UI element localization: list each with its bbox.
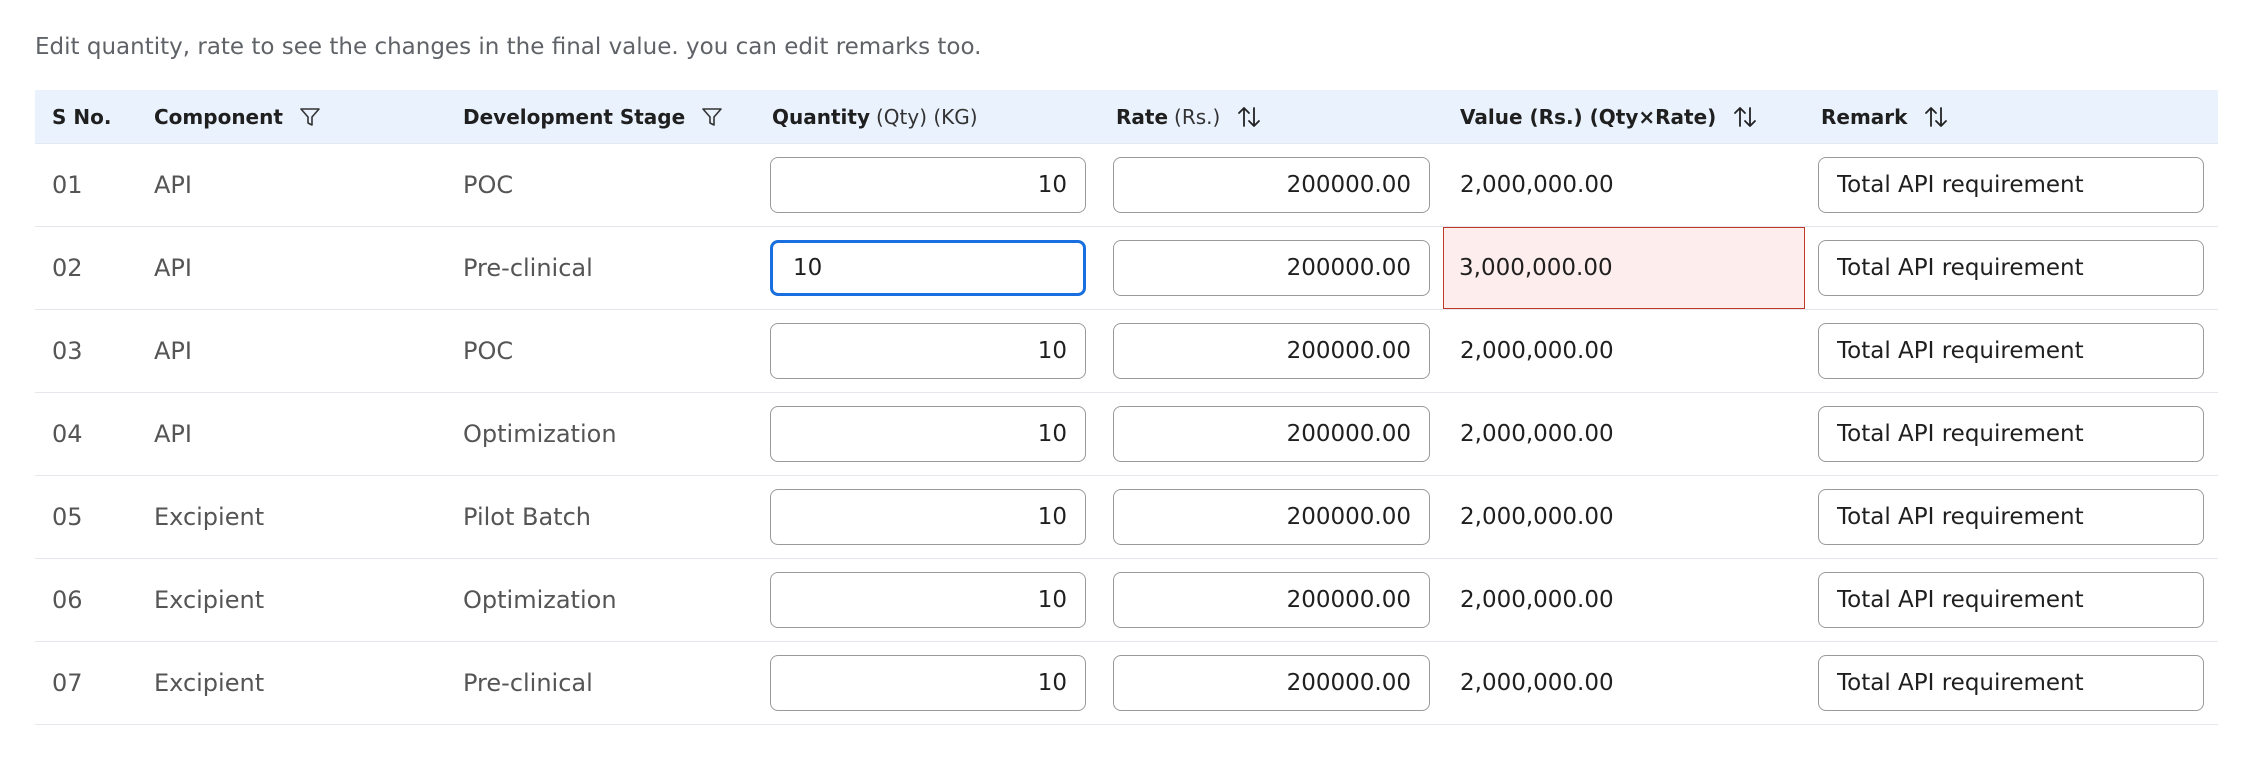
rate-input[interactable]	[1113, 655, 1430, 711]
table-row: 03 API POC 2,000,000.00	[35, 310, 2218, 393]
instructions-text: Edit quantity, rate to see the changes i…	[35, 34, 982, 60]
remark-input[interactable]	[1818, 489, 2204, 545]
table-row: 04 API Optimization 2,000,000.00	[35, 393, 2218, 476]
value-cell: 2,000,000.00	[1460, 504, 1614, 530]
sno-cell: 06	[52, 586, 83, 614]
stage-cell: POC	[463, 337, 514, 365]
remark-input[interactable]	[1818, 406, 2204, 462]
table-body: 01 API POC 2,000,000.00 02 API Pre-clini…	[35, 144, 2218, 725]
table-header: S No. Component Development Stage Quanti…	[35, 90, 2218, 144]
rate-input[interactable]	[1113, 489, 1430, 545]
value-cell: 2,000,000.00	[1460, 587, 1614, 613]
table-row: 07 Excipient Pre-clinical 2,000,000.00	[35, 642, 2218, 725]
rate-input[interactable]	[1113, 240, 1430, 296]
component-cell: Excipient	[154, 503, 265, 531]
component-cell: Excipient	[154, 586, 265, 614]
filter-icon[interactable]	[701, 106, 723, 128]
sort-icon[interactable]	[1732, 104, 1758, 130]
rate-input[interactable]	[1113, 323, 1430, 379]
component-cell: API	[154, 254, 192, 282]
table-row: 06 Excipient Optimization 2,000,000.00	[35, 559, 2218, 642]
stage-cell: POC	[463, 171, 514, 199]
header-component: Component	[154, 90, 321, 143]
stage-cell: Pre-clinical	[463, 669, 593, 697]
rate-input[interactable]	[1113, 572, 1430, 628]
value-cell: 2,000,000.00	[1460, 338, 1614, 364]
stage-cell: Pilot Batch	[463, 503, 591, 531]
component-cell: API	[154, 420, 192, 448]
value-cell: 2,000,000.00	[1460, 172, 1614, 198]
filter-icon[interactable]	[299, 106, 321, 128]
remark-input[interactable]	[1818, 572, 2204, 628]
quantity-input[interactable]	[770, 655, 1086, 711]
sno-cell: 04	[52, 420, 83, 448]
header-sno: S No.	[52, 104, 112, 129]
quantity-input[interactable]	[770, 406, 1086, 462]
sno-cell: 03	[52, 337, 83, 365]
sno-cell: 05	[52, 503, 83, 531]
remark-input[interactable]	[1818, 240, 2204, 296]
remark-input[interactable]	[1818, 157, 2204, 213]
table-row: 01 API POC 2,000,000.00	[35, 144, 2218, 227]
remark-input[interactable]	[1818, 655, 2204, 711]
sno-cell: 07	[52, 669, 83, 697]
table-row: 02 API Pre-clinical 3,000,000.00	[35, 227, 2218, 310]
header-rate: Rate (Rs.)	[1116, 90, 1262, 143]
header-remark: Remark	[1821, 90, 1949, 143]
data-table: S No. Component Development Stage Quanti…	[35, 90, 2218, 725]
quantity-input[interactable]	[770, 157, 1086, 213]
stage-cell: Pre-clinical	[463, 254, 593, 282]
quantity-input[interactable]	[770, 323, 1086, 379]
rate-input[interactable]	[1113, 157, 1430, 213]
remark-input[interactable]	[1818, 323, 2204, 379]
stage-cell: Optimization	[463, 586, 617, 614]
value-cell: 2,000,000.00	[1460, 670, 1614, 696]
sno-cell: 01	[52, 171, 83, 199]
sort-icon[interactable]	[1236, 104, 1262, 130]
value-cell: 2,000,000.00	[1460, 421, 1614, 447]
component-cell: API	[154, 171, 192, 199]
quantity-input[interactable]	[770, 240, 1086, 296]
value-cell-error: 3,000,000.00	[1443, 227, 1805, 309]
sno-cell: 02	[52, 254, 83, 282]
rate-input[interactable]	[1113, 406, 1430, 462]
stage-cell: Optimization	[463, 420, 617, 448]
component-cell: API	[154, 337, 192, 365]
sort-icon[interactable]	[1923, 104, 1949, 130]
header-quantity: Quantity (Qty) (KG)	[772, 104, 978, 129]
quantity-input[interactable]	[770, 572, 1086, 628]
header-development-stage: Development Stage	[463, 90, 723, 143]
table-row: 05 Excipient Pilot Batch 2,000,000.00	[35, 476, 2218, 559]
component-cell: Excipient	[154, 669, 265, 697]
quantity-input[interactable]	[770, 489, 1086, 545]
header-value: Value (Rs.) (Qty×Rate)	[1460, 90, 1758, 143]
